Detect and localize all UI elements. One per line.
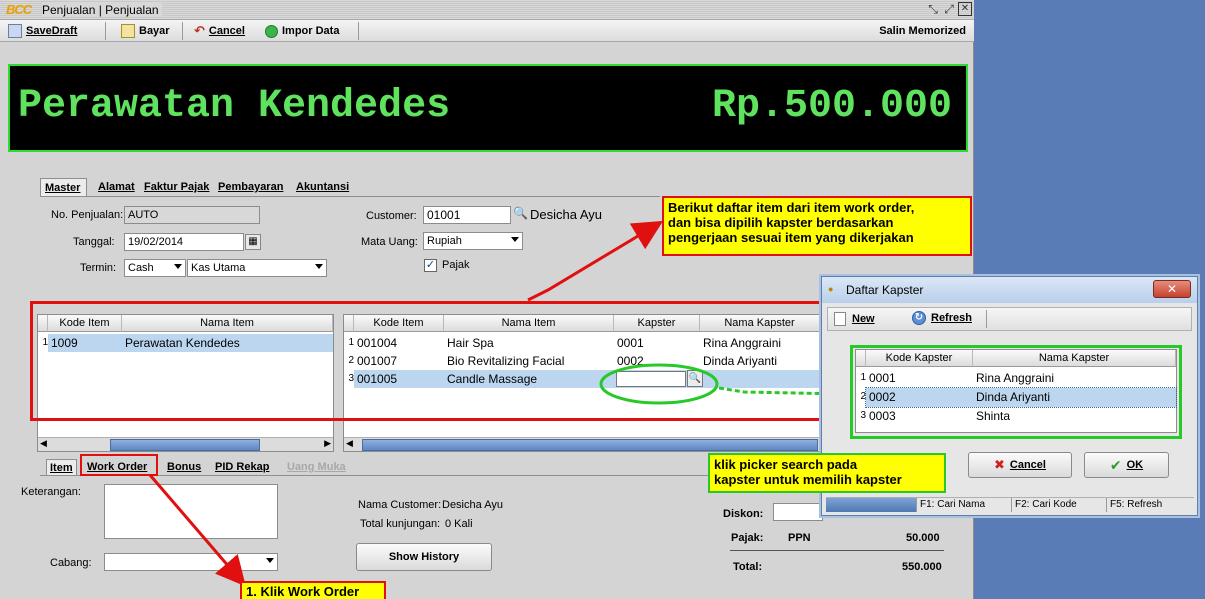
note-item-list: Berikut daftar item dari item work order…: [662, 196, 972, 256]
dialog-status-bar: F1: Cari Nama F2: Cari Kode F5: Refresh: [826, 497, 1194, 513]
dialog-title: Daftar Kapster: [846, 283, 924, 297]
dialog-title-bar: ● Daftar Kapster ✕: [822, 277, 1197, 303]
status-hint: F1: Cari Nama: [916, 498, 1011, 512]
note-line: dan bisa dipilih kapster berdasarkan: [668, 215, 894, 230]
dialog-cancel-button[interactable]: ✖ Cancel: [968, 452, 1072, 478]
dialog-close-button[interactable]: ✕: [1153, 280, 1191, 298]
refresh-label: Refresh: [931, 312, 972, 324]
kapster-grid-highlight-box: [850, 345, 1182, 439]
note-picker: klik picker search pada kapster untuk me…: [708, 453, 946, 493]
refresh-icon: ↻: [912, 311, 926, 325]
note-line: pengerjaan sesuai item yang dikerjakan: [668, 230, 914, 245]
red-arrow-to-grids-note: [527, 220, 664, 302]
note-line: kapster untuk memilih kapster: [714, 472, 902, 487]
new-label: New: [852, 313, 875, 325]
dialog-toolbar: New ↻ Refresh: [827, 307, 1192, 331]
picker-highlight-ellipse: [599, 363, 719, 405]
check-icon: ✔: [1109, 456, 1122, 473]
status-progress: [826, 498, 916, 512]
status-hint: F2: Cari Kode: [1011, 498, 1106, 512]
note-line: klik picker search pada: [714, 457, 858, 472]
status-hint: F5: Refresh: [1106, 498, 1192, 512]
new-icon: [834, 312, 846, 326]
cancel-x-icon: ✖: [994, 457, 1005, 472]
refresh-button[interactable]: ↻ Refresh: [912, 311, 972, 325]
dialog-ok-label: OK: [1126, 459, 1144, 471]
red-arrow-to-work-order-note: [148, 474, 246, 587]
dialog-app-icon: ●: [828, 284, 834, 294]
note-klik-work-order: 1. Klik Work Order: [240, 581, 386, 599]
new-button[interactable]: New: [834, 312, 875, 326]
note-line: Berikut daftar item dari item work order…: [668, 200, 915, 215]
dialog-ok-button[interactable]: ✔ OK: [1084, 452, 1169, 478]
dialog-cancel-label: Cancel: [1009, 459, 1046, 471]
toolbar-divider: [986, 310, 987, 328]
